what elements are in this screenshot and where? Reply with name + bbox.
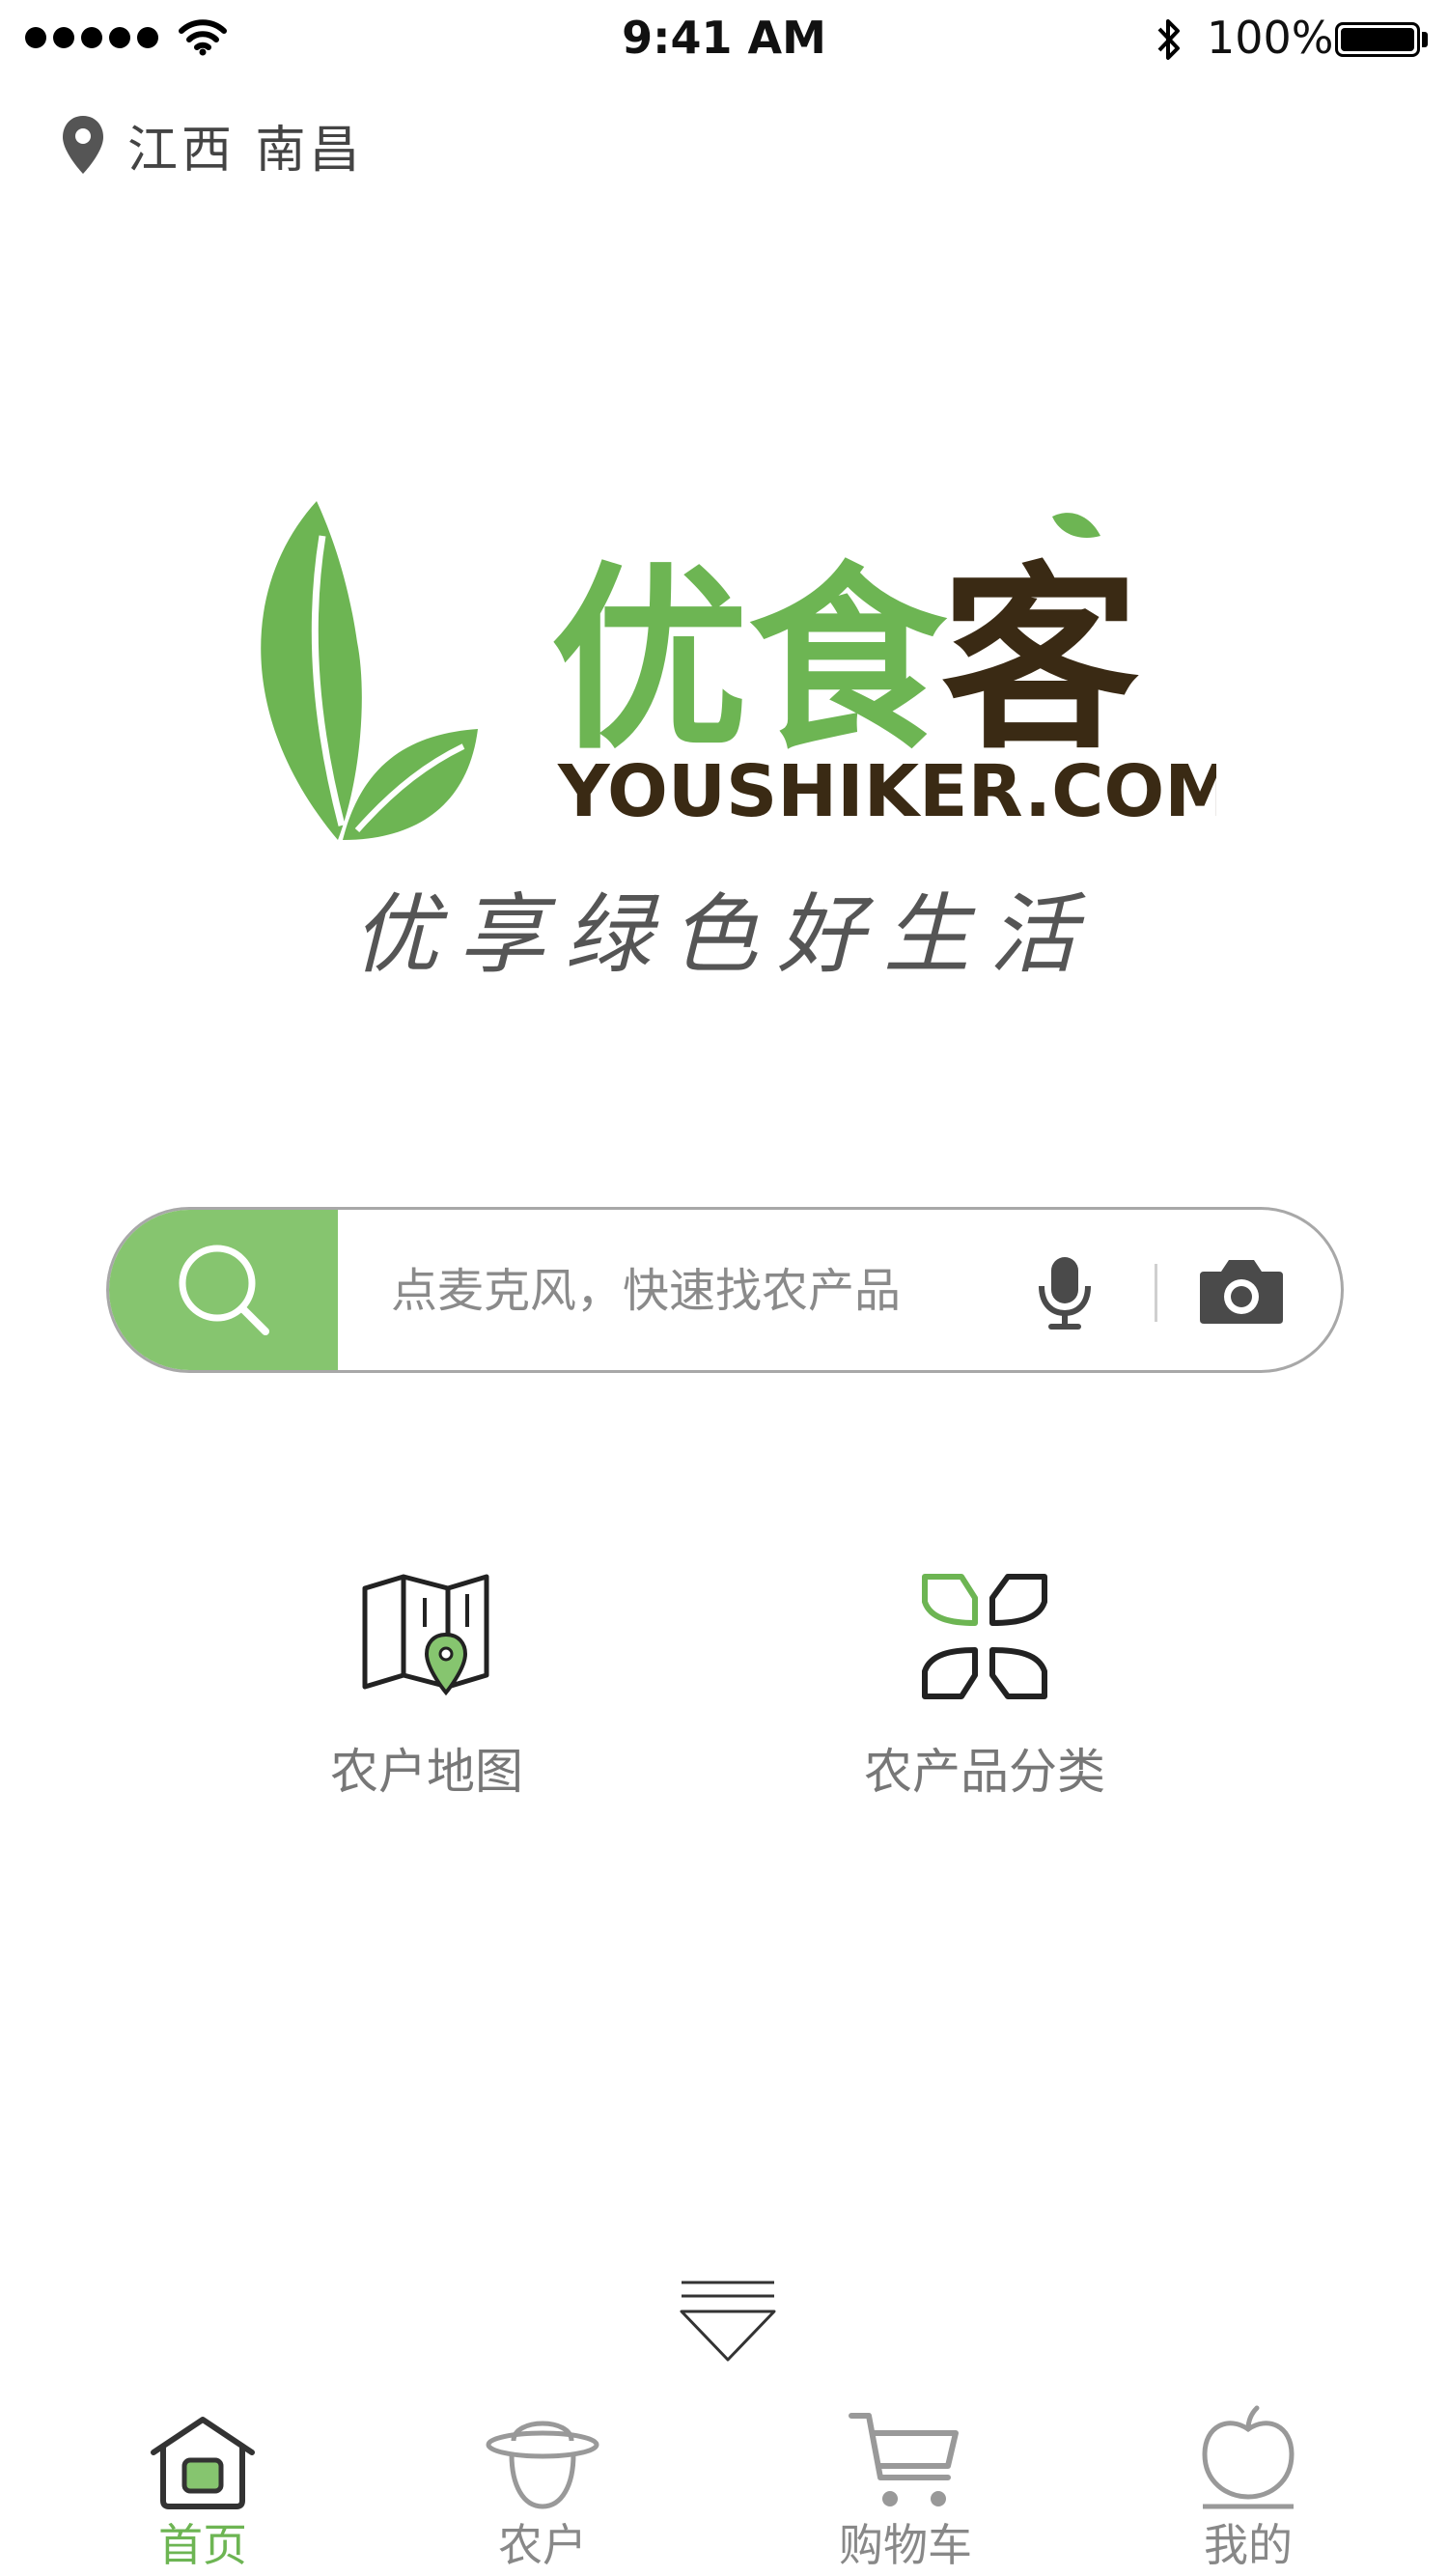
slogan: 优享绿色好生活 xyxy=(352,884,1096,986)
tab-cart[interactable]: 购物车 xyxy=(799,2404,1012,2574)
battery-icon xyxy=(1335,22,1420,57)
search-divider xyxy=(1155,1264,1157,1322)
tab-farmers[interactable]: 农户 xyxy=(436,2404,649,2574)
logo-brand-dark: 客 xyxy=(941,546,1139,776)
location-pin-icon xyxy=(63,116,103,174)
location-selector[interactable]: 江西 南昌 xyxy=(60,111,364,180)
search-button[interactable] xyxy=(109,1210,338,1370)
entry-categories[interactable]: 农产品分类 xyxy=(801,1569,1168,1803)
battery-cap xyxy=(1422,32,1428,47)
tab-cart-label: 购物车 xyxy=(839,2519,972,2571)
entry-farm-map[interactable]: 农户地图 xyxy=(243,1569,610,1803)
battery-percentage: 100% xyxy=(1207,12,1334,64)
location-text: 江西 南昌 xyxy=(127,121,364,180)
apple-icon xyxy=(1202,2405,1295,2509)
cart-icon xyxy=(849,2413,959,2506)
tab-home[interactable]: 首页 xyxy=(97,2404,309,2574)
pull-down-arrow-icon[interactable] xyxy=(680,2279,776,2385)
logo-brand-green: 优食 xyxy=(550,546,948,776)
bluetooth-icon xyxy=(1157,19,1180,60)
youshiker-logo: 优食 客 YOUSHIKER.COM xyxy=(261,501,1216,840)
search-bar xyxy=(106,1207,1344,1373)
microphone-icon[interactable] xyxy=(1036,1255,1094,1330)
camera-icon[interactable] xyxy=(1198,1258,1285,1326)
search-input[interactable] xyxy=(389,1210,1069,1370)
logo-domain: YOUSHIKER.COM xyxy=(557,750,1216,833)
entry-categories-label: 农产品分类 xyxy=(864,1744,1105,1800)
tab-farmers-label: 农户 xyxy=(498,2519,587,2571)
status-bar: 9:41 AM 100% xyxy=(0,0,1448,77)
category-icon xyxy=(922,1574,1047,1699)
tab-mine[interactable]: 我的 xyxy=(1142,2404,1354,2574)
search-icon xyxy=(179,1245,269,1335)
map-pin-icon xyxy=(362,1574,489,1696)
farmer-icon xyxy=(486,2421,599,2509)
home-icon xyxy=(151,2417,255,2509)
entry-farm-map-label: 农户地图 xyxy=(330,1744,523,1800)
tab-home-label: 首页 xyxy=(158,2519,247,2571)
tab-mine-label: 我的 xyxy=(1204,2519,1293,2571)
